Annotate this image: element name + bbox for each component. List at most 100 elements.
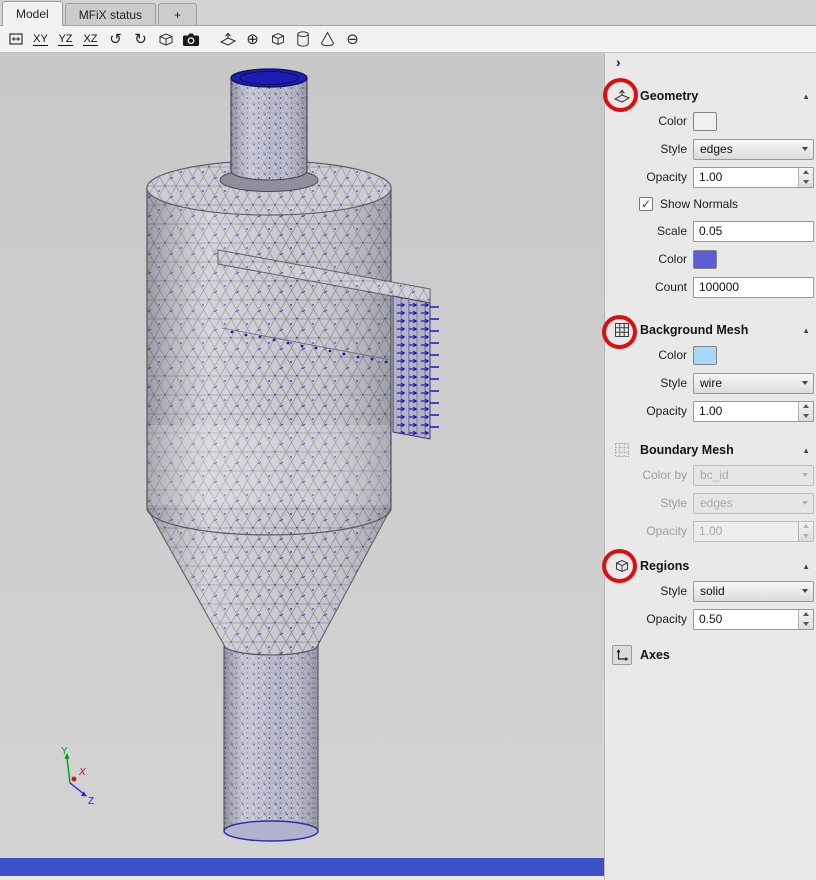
axis-x-label: X xyxy=(78,767,86,778)
rotate-cw-button[interactable]: ↻ xyxy=(129,28,152,51)
geometry-section-title: Geometry xyxy=(640,89,790,103)
geometry-opacity-spinbox[interactable]: 1.00 xyxy=(693,167,814,188)
boundary-mesh-color-by-label: Color by xyxy=(605,468,687,482)
background-mesh-opacity-spinbox[interactable]: 1.00 xyxy=(693,401,814,422)
boundary-mesh-collapse-icon[interactable]: ▲ xyxy=(794,446,810,455)
tab-mfix-status[interactable]: MFiX status xyxy=(65,3,156,25)
toggle-geometry-button[interactable] xyxy=(216,28,239,51)
spin-up-icon[interactable] xyxy=(799,402,813,412)
regions-style-value: solid xyxy=(700,584,725,598)
spin-up-icon[interactable] xyxy=(799,168,813,178)
geometry-collapse-icon[interactable]: ▲ xyxy=(794,92,810,101)
normals-count-input[interactable]: 100000 xyxy=(693,277,814,298)
toggle-cylinder-button[interactable] xyxy=(291,28,314,51)
view-xz-button[interactable]: XZ xyxy=(79,28,102,51)
fit-view-button[interactable] xyxy=(4,28,27,51)
torus-icon: ⊖ xyxy=(346,30,359,48)
toggle-cone-button[interactable] xyxy=(316,28,339,51)
display-settings-panel: › Geometry ▲ Color Style edges Opacit xyxy=(604,53,816,880)
rotate-ccw-button[interactable]: ↺ xyxy=(104,28,127,51)
background-mesh-icon xyxy=(612,320,632,340)
boundary-mesh-color-by-value: bc_id xyxy=(700,468,729,482)
background-mesh-section-header[interactable]: Background Mesh ▲ xyxy=(605,319,816,341)
geometry-toggle-icon xyxy=(219,30,237,48)
geometry-style-dropdown[interactable]: edges xyxy=(693,139,814,160)
background-mesh-style-row: Style wire xyxy=(605,369,816,397)
show-normals-label: Show Normals xyxy=(660,197,738,211)
tab-new-label: + xyxy=(174,8,181,22)
regions-opacity-spinbox[interactable]: 0.50 xyxy=(693,609,814,630)
regions-opacity-row: Opacity 0.50 xyxy=(605,605,816,633)
view-yz-button[interactable]: YZ xyxy=(54,28,77,51)
toggle-sphere-button[interactable]: ⊕ xyxy=(241,28,264,51)
normals-count-row: Count 100000 xyxy=(605,273,816,301)
regions-section-header[interactable]: Regions ▲ xyxy=(605,555,816,577)
boundary-mesh-section-header[interactable]: Boundary Mesh ▲ xyxy=(605,439,816,461)
boundary-mesh-style-dropdown: edges xyxy=(693,493,814,514)
axes-icon[interactable] xyxy=(612,645,632,665)
geometry-opacity-row: Opacity 1.00 xyxy=(605,163,816,191)
normals-scale-input[interactable]: 0.05 xyxy=(693,221,814,242)
vtk-toolbar: XY YZ XZ ↺ ↻ ⊕ xyxy=(0,26,816,53)
background-mesh-color-swatch[interactable] xyxy=(693,346,717,365)
geometry-opacity-value: 1.00 xyxy=(694,168,798,187)
geometry-color-swatch[interactable] xyxy=(693,112,717,131)
boundary-mesh-style-row: Style edges xyxy=(605,489,816,517)
spin-down-icon[interactable] xyxy=(799,177,813,187)
background-mesh-color-row: Color xyxy=(605,341,816,369)
cone-icon xyxy=(320,31,335,47)
boundary-mesh-opacity-label: Opacity xyxy=(605,524,687,538)
boundary-mesh-icon xyxy=(612,440,632,460)
show-normals-row: ✓ Show Normals xyxy=(605,191,816,217)
normals-scale-value: 0.05 xyxy=(699,224,722,238)
axes-section-header[interactable]: Axes xyxy=(605,644,816,666)
chevron-down-icon xyxy=(802,473,808,477)
background-mesh-collapse-icon[interactable]: ▲ xyxy=(794,326,810,335)
panel-collapse-button[interactable]: › xyxy=(605,53,816,73)
viewport-3d[interactable]: Y Z X xyxy=(0,53,604,858)
spin-down-icon[interactable] xyxy=(799,411,813,421)
geometry-icon xyxy=(612,86,632,106)
perspective-button[interactable] xyxy=(154,28,177,51)
regions-opacity-value: 0.50 xyxy=(694,610,798,629)
axis-z-label: Z xyxy=(88,796,94,807)
spin-down-icon xyxy=(799,531,813,541)
background-mesh-opacity-row: Opacity 1.00 xyxy=(605,397,816,425)
show-normals-checkbox[interactable]: ✓ xyxy=(639,197,653,211)
normals-scale-row: Scale 0.05 xyxy=(605,217,816,245)
geometry-opacity-label: Opacity xyxy=(605,170,687,184)
tab-model[interactable]: Model xyxy=(2,1,63,26)
background-mesh-color-label: Color xyxy=(605,348,687,362)
chevron-down-icon xyxy=(802,501,808,505)
view-yz-label: YZ xyxy=(58,33,72,46)
cyclone-scene: Y Z X xyxy=(0,53,604,858)
boundary-mesh-opacity-row: Opacity 1.00 xyxy=(605,517,816,545)
camera-icon xyxy=(182,32,200,47)
normals-count-value: 100000 xyxy=(699,280,739,294)
screenshot-button[interactable] xyxy=(179,28,202,51)
regions-opacity-label: Opacity xyxy=(605,612,687,626)
normals-color-swatch[interactable] xyxy=(693,250,717,269)
toggle-box-button[interactable] xyxy=(266,28,289,51)
boundary-mesh-opacity-spinbox: 1.00 xyxy=(693,521,814,542)
regions-style-dropdown[interactable]: solid xyxy=(693,581,814,602)
spin-down-icon[interactable] xyxy=(799,619,813,629)
view-xy-label: XY xyxy=(33,33,48,46)
view-xy-button[interactable]: XY xyxy=(29,28,52,51)
geometry-section-header[interactable]: Geometry ▲ xyxy=(605,85,816,107)
toggle-torus-button[interactable]: ⊖ xyxy=(341,28,364,51)
regions-icon xyxy=(612,556,632,576)
tab-new[interactable]: + xyxy=(158,3,197,25)
view-xz-label: XZ xyxy=(83,33,97,46)
spin-up-icon[interactable] xyxy=(799,610,813,620)
perspective-cube-icon xyxy=(158,31,174,47)
regions-collapse-icon[interactable]: ▲ xyxy=(794,562,810,571)
boundary-mesh-style-label: Style xyxy=(605,496,687,510)
background-mesh-style-dropdown[interactable]: wire xyxy=(693,373,814,394)
geometry-style-label: Style xyxy=(605,142,687,156)
panel-collapse-icon: › xyxy=(616,54,621,70)
boundary-mesh-style-value: edges xyxy=(700,496,733,510)
rotate-cw-icon: ↻ xyxy=(134,30,147,48)
geometry-color-label: Color xyxy=(605,114,687,128)
boundary-mesh-section-title: Boundary Mesh xyxy=(640,443,790,457)
